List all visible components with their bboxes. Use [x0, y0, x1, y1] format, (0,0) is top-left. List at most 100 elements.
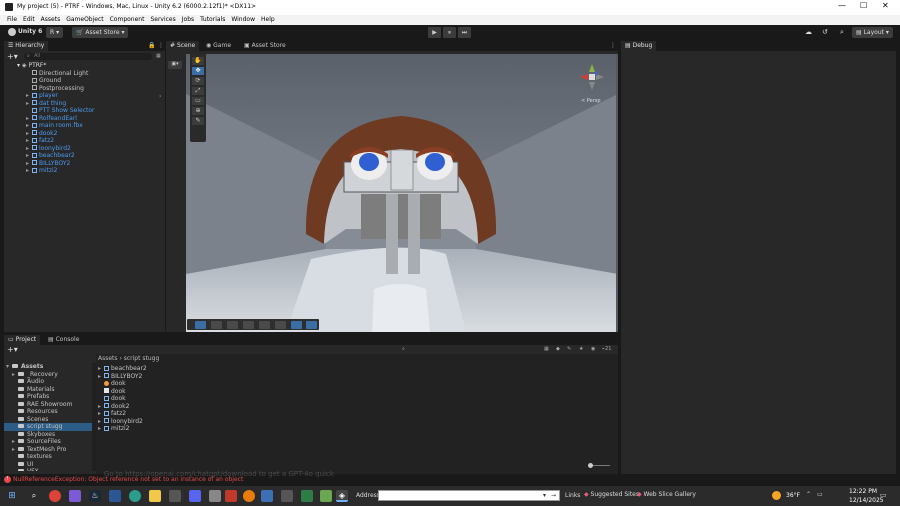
folder-item[interactable]: ▸ _Recovery: [4, 371, 92, 379]
file-item[interactable]: ▸ loonybird2: [98, 418, 298, 426]
blender-icon[interactable]: [243, 490, 255, 502]
breadcrumb-assets[interactable]: Assets: [98, 355, 118, 362]
persp-label[interactable]: < Persp: [581, 98, 601, 104]
overlay-icon-7[interactable]: [291, 321, 302, 329]
menu-gameobject[interactable]: GameObject: [66, 16, 103, 23]
app-icon-8[interactable]: [169, 490, 181, 502]
folder-item[interactable]: Scenes: [4, 416, 92, 424]
app-icon-13[interactable]: [261, 490, 273, 502]
rect-tool-icon[interactable]: ▭: [192, 97, 204, 105]
menu-edit[interactable]: Edit: [23, 16, 35, 23]
step-button[interactable]: ⏭: [458, 27, 471, 38]
cloud-icon[interactable]: ☁: [805, 28, 812, 36]
filter-label-icon[interactable]: ◆: [556, 346, 560, 352]
folder-item[interactable]: VFX: [4, 468, 92, 471]
transform-tool-icon[interactable]: ⊕: [192, 107, 204, 115]
minimize-button[interactable]: —: [838, 1, 846, 10]
menu-assets[interactable]: Assets: [41, 16, 61, 23]
app-icon-11[interactable]: [225, 490, 237, 502]
status-bar[interactable]: ! Go to https://openai.com/chatgpt/downl…: [0, 470, 900, 485]
layout-dropdown[interactable]: ▤ Layout ▾: [852, 27, 893, 38]
hierarchy-item[interactable]: Postprocessing: [4, 85, 165, 93]
filter-icon[interactable]: ▦: [156, 53, 161, 59]
folder-item[interactable]: ▾ Assets: [4, 363, 92, 371]
custom-tool-icon[interactable]: ✎: [192, 117, 204, 125]
clock-time[interactable]: 12:22 PM: [849, 488, 877, 495]
overlay-icon-6[interactable]: [275, 321, 286, 329]
suggested-sites-link[interactable]: ◆ Suggested Sites: [584, 491, 639, 498]
folder-item[interactable]: UI: [4, 461, 92, 469]
folder-item[interactable]: Skyboxes: [4, 431, 92, 439]
tool-handle-dropdown[interactable]: ▣▾: [168, 61, 182, 69]
edge-icon[interactable]: [129, 490, 141, 502]
file-item[interactable]: ▸ fatz2: [98, 410, 298, 418]
orientation-gizmo[interactable]: [578, 62, 606, 92]
folder-item[interactable]: Resources: [4, 408, 92, 416]
hierarchy-item[interactable]: ▸ mitzi2: [4, 167, 165, 175]
file-explorer-icon[interactable]: [149, 490, 161, 502]
menu-jobs[interactable]: Jobs: [182, 16, 194, 23]
file-item[interactable]: dook: [98, 395, 298, 403]
search-icon[interactable]: ⌕: [840, 28, 844, 37]
pause-button[interactable]: ⏸: [443, 27, 456, 38]
windows-start-icon[interactable]: ⊞: [6, 490, 18, 502]
overlay-icon-2[interactable]: [211, 321, 222, 329]
web-slice-link[interactable]: ◆ Web Slice Gallery: [637, 491, 696, 498]
hierarchy-item[interactable]: ▸ player: [4, 92, 165, 100]
history-icon[interactable]: ↺: [822, 28, 828, 36]
scale-tool-icon[interactable]: ⤢: [192, 87, 204, 95]
maximize-button[interactable]: ☐: [860, 1, 867, 10]
app-icon-10[interactable]: [209, 490, 221, 502]
overlay-icon-3[interactable]: [227, 321, 238, 329]
notification-icon[interactable]: ▭: [880, 491, 887, 499]
visibility-icon[interactable]: ◉: [591, 346, 595, 352]
menu-help[interactable]: Help: [261, 16, 275, 23]
star-icon[interactable]: ★: [579, 346, 583, 352]
view-tool-icon[interactable]: ✋: [192, 57, 204, 65]
tab-project[interactable]: ▭ Project: [4, 335, 41, 345]
hierarchy-item[interactable]: ▸ beachbear2: [4, 152, 165, 160]
folder-item[interactable]: ▸ TextMesh Pro: [4, 446, 92, 454]
rotate-tool-icon[interactable]: ⟳: [192, 77, 204, 85]
hierarchy-item[interactable]: ▸ main room.fbx: [4, 122, 165, 130]
overlay-icon-8[interactable]: [306, 321, 317, 329]
menu-window[interactable]: Window: [231, 16, 255, 23]
add-button[interactable]: +▾: [7, 52, 18, 61]
folder-item[interactable]: Prefabs: [4, 393, 92, 401]
add-button[interactable]: +▾: [7, 345, 18, 354]
lock-icon[interactable]: 🔒: [148, 42, 155, 49]
breadcrumb-current[interactable]: script stugg: [124, 355, 160, 362]
file-item[interactable]: ▸ BILLYBOY2: [98, 373, 298, 381]
hierarchy-item[interactable]: ▸ loonybird2: [4, 145, 165, 153]
menu-component[interactable]: Component: [110, 16, 145, 23]
more-icon[interactable]: ⋮: [610, 42, 616, 49]
scene-row[interactable]: ▾ ◈ PTRF*: [4, 62, 165, 70]
address-go-icon[interactable]: →: [551, 492, 556, 499]
hierarchy-item[interactable]: ▸ dook2: [4, 130, 165, 138]
tag-icon[interactable]: ✎: [567, 346, 571, 352]
move-tool-icon[interactable]: ✥: [192, 67, 204, 75]
hierarchy-item[interactable]: ▸ BILLYBOY2: [4, 160, 165, 168]
file-item[interactable]: dook: [98, 388, 298, 396]
search-icon[interactable]: ⌕: [28, 490, 40, 502]
tab-hierarchy[interactable]: ☰ Hierarchy: [4, 41, 49, 51]
weather-icon[interactable]: [772, 491, 781, 500]
folder-item[interactable]: ▸ SourceFiles: [4, 438, 92, 446]
folder-item[interactable]: Audio: [4, 378, 92, 386]
slider-thumb[interactable]: [588, 463, 593, 468]
scene-viewport[interactable]: ✋ ✥ ⟳ ⤢ ▭ ⊕ ✎ < Persp: [186, 54, 618, 332]
menu-tutorials[interactable]: Tutorials: [200, 16, 225, 23]
hierarchy-item[interactable]: Ground: [4, 77, 165, 85]
file-item[interactable]: ▸ mitzi2: [98, 425, 298, 433]
folder-item[interactable]: RAE Showroom: [4, 401, 92, 409]
account-button[interactable]: Unity 6: [18, 28, 42, 35]
tab-game[interactable]: ◉ Game: [202, 41, 235, 51]
tray-chevron-icon[interactable]: ⌃: [806, 491, 811, 498]
menu-services[interactable]: Services: [150, 16, 175, 23]
unity-taskbar-icon[interactable]: ◈: [336, 490, 348, 502]
menu-file[interactable]: File: [7, 16, 17, 23]
user-dropdown[interactable]: R ▾: [46, 27, 64, 38]
search-icon[interactable]: ⌕: [402, 346, 405, 352]
filter-type-icon[interactable]: ▦: [544, 346, 549, 352]
hierarchy-item[interactable]: Directional Light: [4, 70, 165, 78]
